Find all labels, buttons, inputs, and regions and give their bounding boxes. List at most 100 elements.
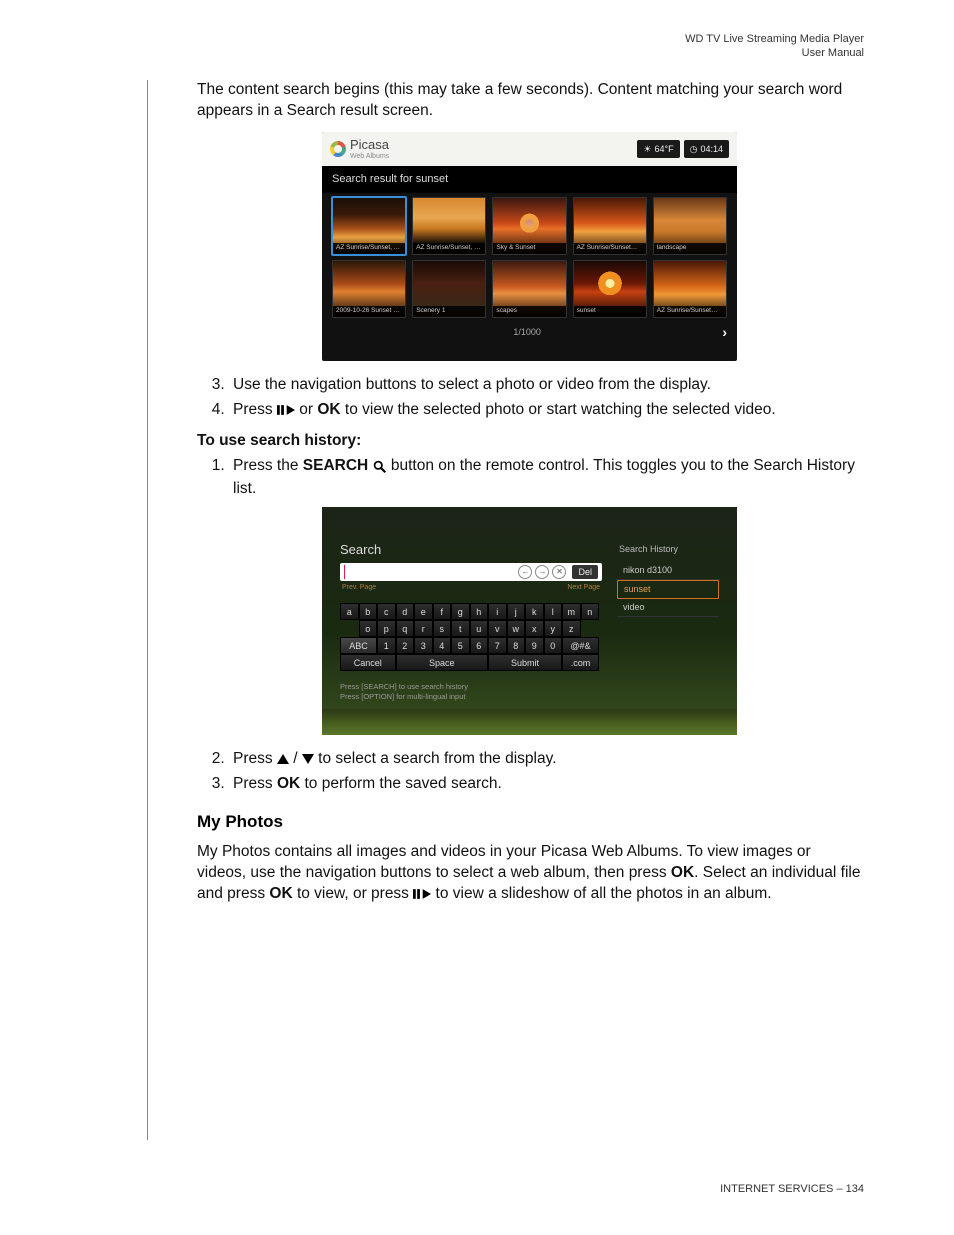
key-b[interactable]: b [359, 603, 378, 620]
history-step-2: Press / to select a search from the disp… [229, 749, 862, 770]
key-cancel[interactable]: Cancel [340, 654, 396, 671]
key-9[interactable]: 9 [525, 637, 544, 654]
key-p[interactable]: p [377, 620, 396, 637]
key-t[interactable]: t [451, 620, 470, 637]
clock-icon: ◷ [690, 143, 698, 155]
margin-rule [147, 80, 148, 1140]
key-5[interactable]: 5 [451, 637, 470, 654]
page-footer: INTERNET SERVICES – 134 [720, 1183, 864, 1195]
clock-badge: ◷ 04:14 [684, 140, 729, 158]
thumbnail[interactable]: AZ Sunrise/Sunset, A… [332, 197, 406, 255]
key-8[interactable]: 8 [507, 637, 526, 654]
key-m[interactable]: m [562, 603, 581, 620]
search-history-panel: Search History nikon d3100 sunset video [617, 543, 719, 616]
key-a[interactable]: a [340, 603, 359, 620]
key-f[interactable]: f [433, 603, 452, 620]
onscreen-keyboard: abcdefghijklmn opqrstuvwxyz ABC123456789… [340, 603, 602, 671]
input-back-icon[interactable]: ← [518, 565, 532, 579]
doc-title: WD TV Live Streaming Media Player [685, 32, 864, 46]
key-g[interactable]: g [451, 603, 470, 620]
history-item[interactable]: nikon d3100 [617, 562, 719, 580]
key-z[interactable]: z [562, 620, 581, 637]
key-2[interactable]: 2 [396, 637, 415, 654]
search-result-bar: Search result for sunset [322, 166, 737, 193]
thumbnail-grid: AZ Sunrise/Sunset, A… AZ Sunrise/Sunset,… [322, 193, 737, 320]
key-o[interactable]: o [359, 620, 378, 637]
key-h[interactable]: h [470, 603, 489, 620]
up-arrow-icon [277, 754, 289, 764]
thumbnail[interactable]: AZ Sunrise/Sunset, … [412, 197, 486, 255]
pause-play-icon [413, 886, 431, 907]
key-k[interactable]: k [525, 603, 544, 620]
thumbnail[interactable]: sunset [573, 260, 647, 318]
key-6[interactable]: 6 [470, 637, 489, 654]
thumbnail[interactable]: 2009-10-26 Sunset … [332, 260, 406, 318]
doc-subtitle: User Manual [685, 46, 864, 60]
pause-play-icon [277, 402, 295, 423]
my-photos-heading: My Photos [197, 811, 862, 834]
key-1[interactable]: 1 [377, 637, 396, 654]
picasa-screenshot: Picasa Web Albums ☀ 64°F ◷ 04:14 Search … [322, 132, 737, 361]
clock-time: 04:14 [700, 143, 723, 155]
key-0[interactable]: 0 [544, 637, 563, 654]
body-content: The content search begins (this may take… [197, 80, 862, 917]
key-submit[interactable]: Submit [488, 654, 562, 671]
footer-page-number: 134 [846, 1183, 864, 1195]
keyboard-screenshot: Search ← → ✕ Del Prev. Page Next Page ab… [322, 507, 737, 735]
picasa-logo-sub: Web Albums [350, 152, 389, 161]
picasa-logo: Picasa Web Albums [330, 136, 389, 161]
search-history-title: Search History [617, 543, 719, 555]
key-l[interactable]: l [544, 603, 563, 620]
my-photos-paragraph: My Photos contains all images and videos… [197, 842, 862, 907]
key-i[interactable]: i [488, 603, 507, 620]
picasa-header: Picasa Web Albums ☀ 64°F ◷ 04:14 [322, 132, 737, 166]
weather-temp: 64°F [655, 143, 674, 155]
thumbnail[interactable]: AZ Sunrise/Sunset… [653, 260, 727, 318]
keyboard-hints: Press [SEARCH] to use search history Pre… [340, 682, 468, 702]
key-7[interactable]: 7 [488, 637, 507, 654]
key-com[interactable]: .com [562, 654, 599, 671]
key-q[interactable]: q [396, 620, 415, 637]
key-d[interactable]: d [396, 603, 415, 620]
weather-icon: ☀ [643, 143, 651, 155]
input-clear-icon[interactable]: ✕ [552, 565, 566, 579]
input-fwd-icon[interactable]: → [535, 565, 549, 579]
thumbnail[interactable]: AZ Sunrise/Sunset… [573, 197, 647, 255]
search-history-heading: To use search history: [197, 431, 862, 452]
key-v[interactable]: v [488, 620, 507, 637]
history-item[interactable]: video [617, 599, 719, 617]
search-label: Search [340, 541, 602, 559]
key-w[interactable]: w [507, 620, 526, 637]
footer-section: INTERNET SERVICES [720, 1183, 833, 1195]
picasa-footer: 1/1000 › [322, 320, 737, 346]
key-j[interactable]: j [507, 603, 526, 620]
key-s[interactable]: s [433, 620, 452, 637]
down-arrow-icon [302, 754, 314, 764]
key-n[interactable]: n [581, 603, 600, 620]
key-x[interactable]: x [525, 620, 544, 637]
history-step-1: Press the SEARCH button on the remote co… [229, 456, 862, 500]
delete-button[interactable]: Del [572, 565, 598, 579]
thumbnail[interactable]: Scenery 1 [412, 260, 486, 318]
key-r[interactable]: r [414, 620, 433, 637]
key-e[interactable]: e [414, 603, 433, 620]
key-3[interactable]: 3 [414, 637, 433, 654]
thumbnail[interactable]: scapes [492, 260, 566, 318]
next-page-icon[interactable]: › [722, 323, 727, 342]
page-counter: 1/1000 [513, 326, 541, 338]
picasa-icon [330, 141, 346, 157]
key-u[interactable]: u [470, 620, 489, 637]
prev-page-label: Prev. Page [342, 583, 376, 592]
key-c[interactable]: c [377, 603, 396, 620]
key-space[interactable]: Space [396, 654, 489, 671]
search-input[interactable]: ← → ✕ Del [340, 563, 602, 581]
key-y[interactable]: y [544, 620, 563, 637]
key-[interactable]: @#& [562, 637, 599, 654]
history-item-selected[interactable]: sunset [617, 580, 719, 599]
key-4[interactable]: 4 [433, 637, 452, 654]
step-4: Press or OK to view the selected photo o… [229, 400, 862, 423]
thumbnail[interactable]: Sky & Sunset [492, 197, 566, 255]
thumbnail[interactable]: landscape [653, 197, 727, 255]
weather-badge: ☀ 64°F [637, 140, 679, 158]
key-abc[interactable]: ABC [340, 637, 377, 654]
